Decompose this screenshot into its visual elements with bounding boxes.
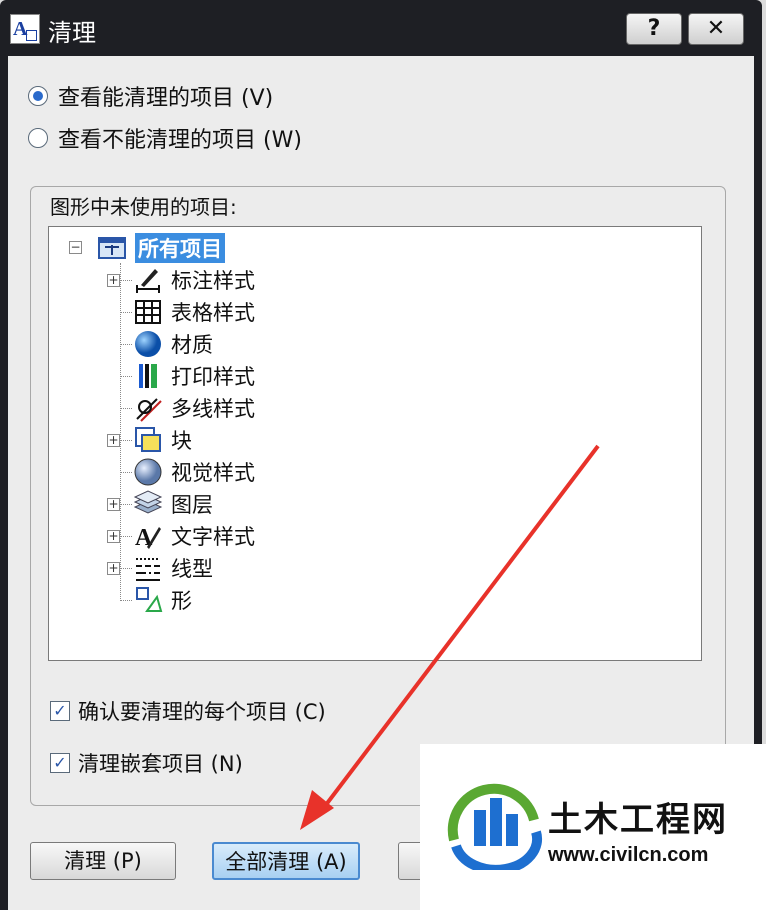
watermark-url: www.civilcn.com xyxy=(548,844,709,866)
civilcn-logo-icon xyxy=(447,783,543,870)
watermark: 土木工程网 www.civilcn.com xyxy=(420,744,766,910)
watermark-name: 土木工程网 xyxy=(548,800,728,840)
